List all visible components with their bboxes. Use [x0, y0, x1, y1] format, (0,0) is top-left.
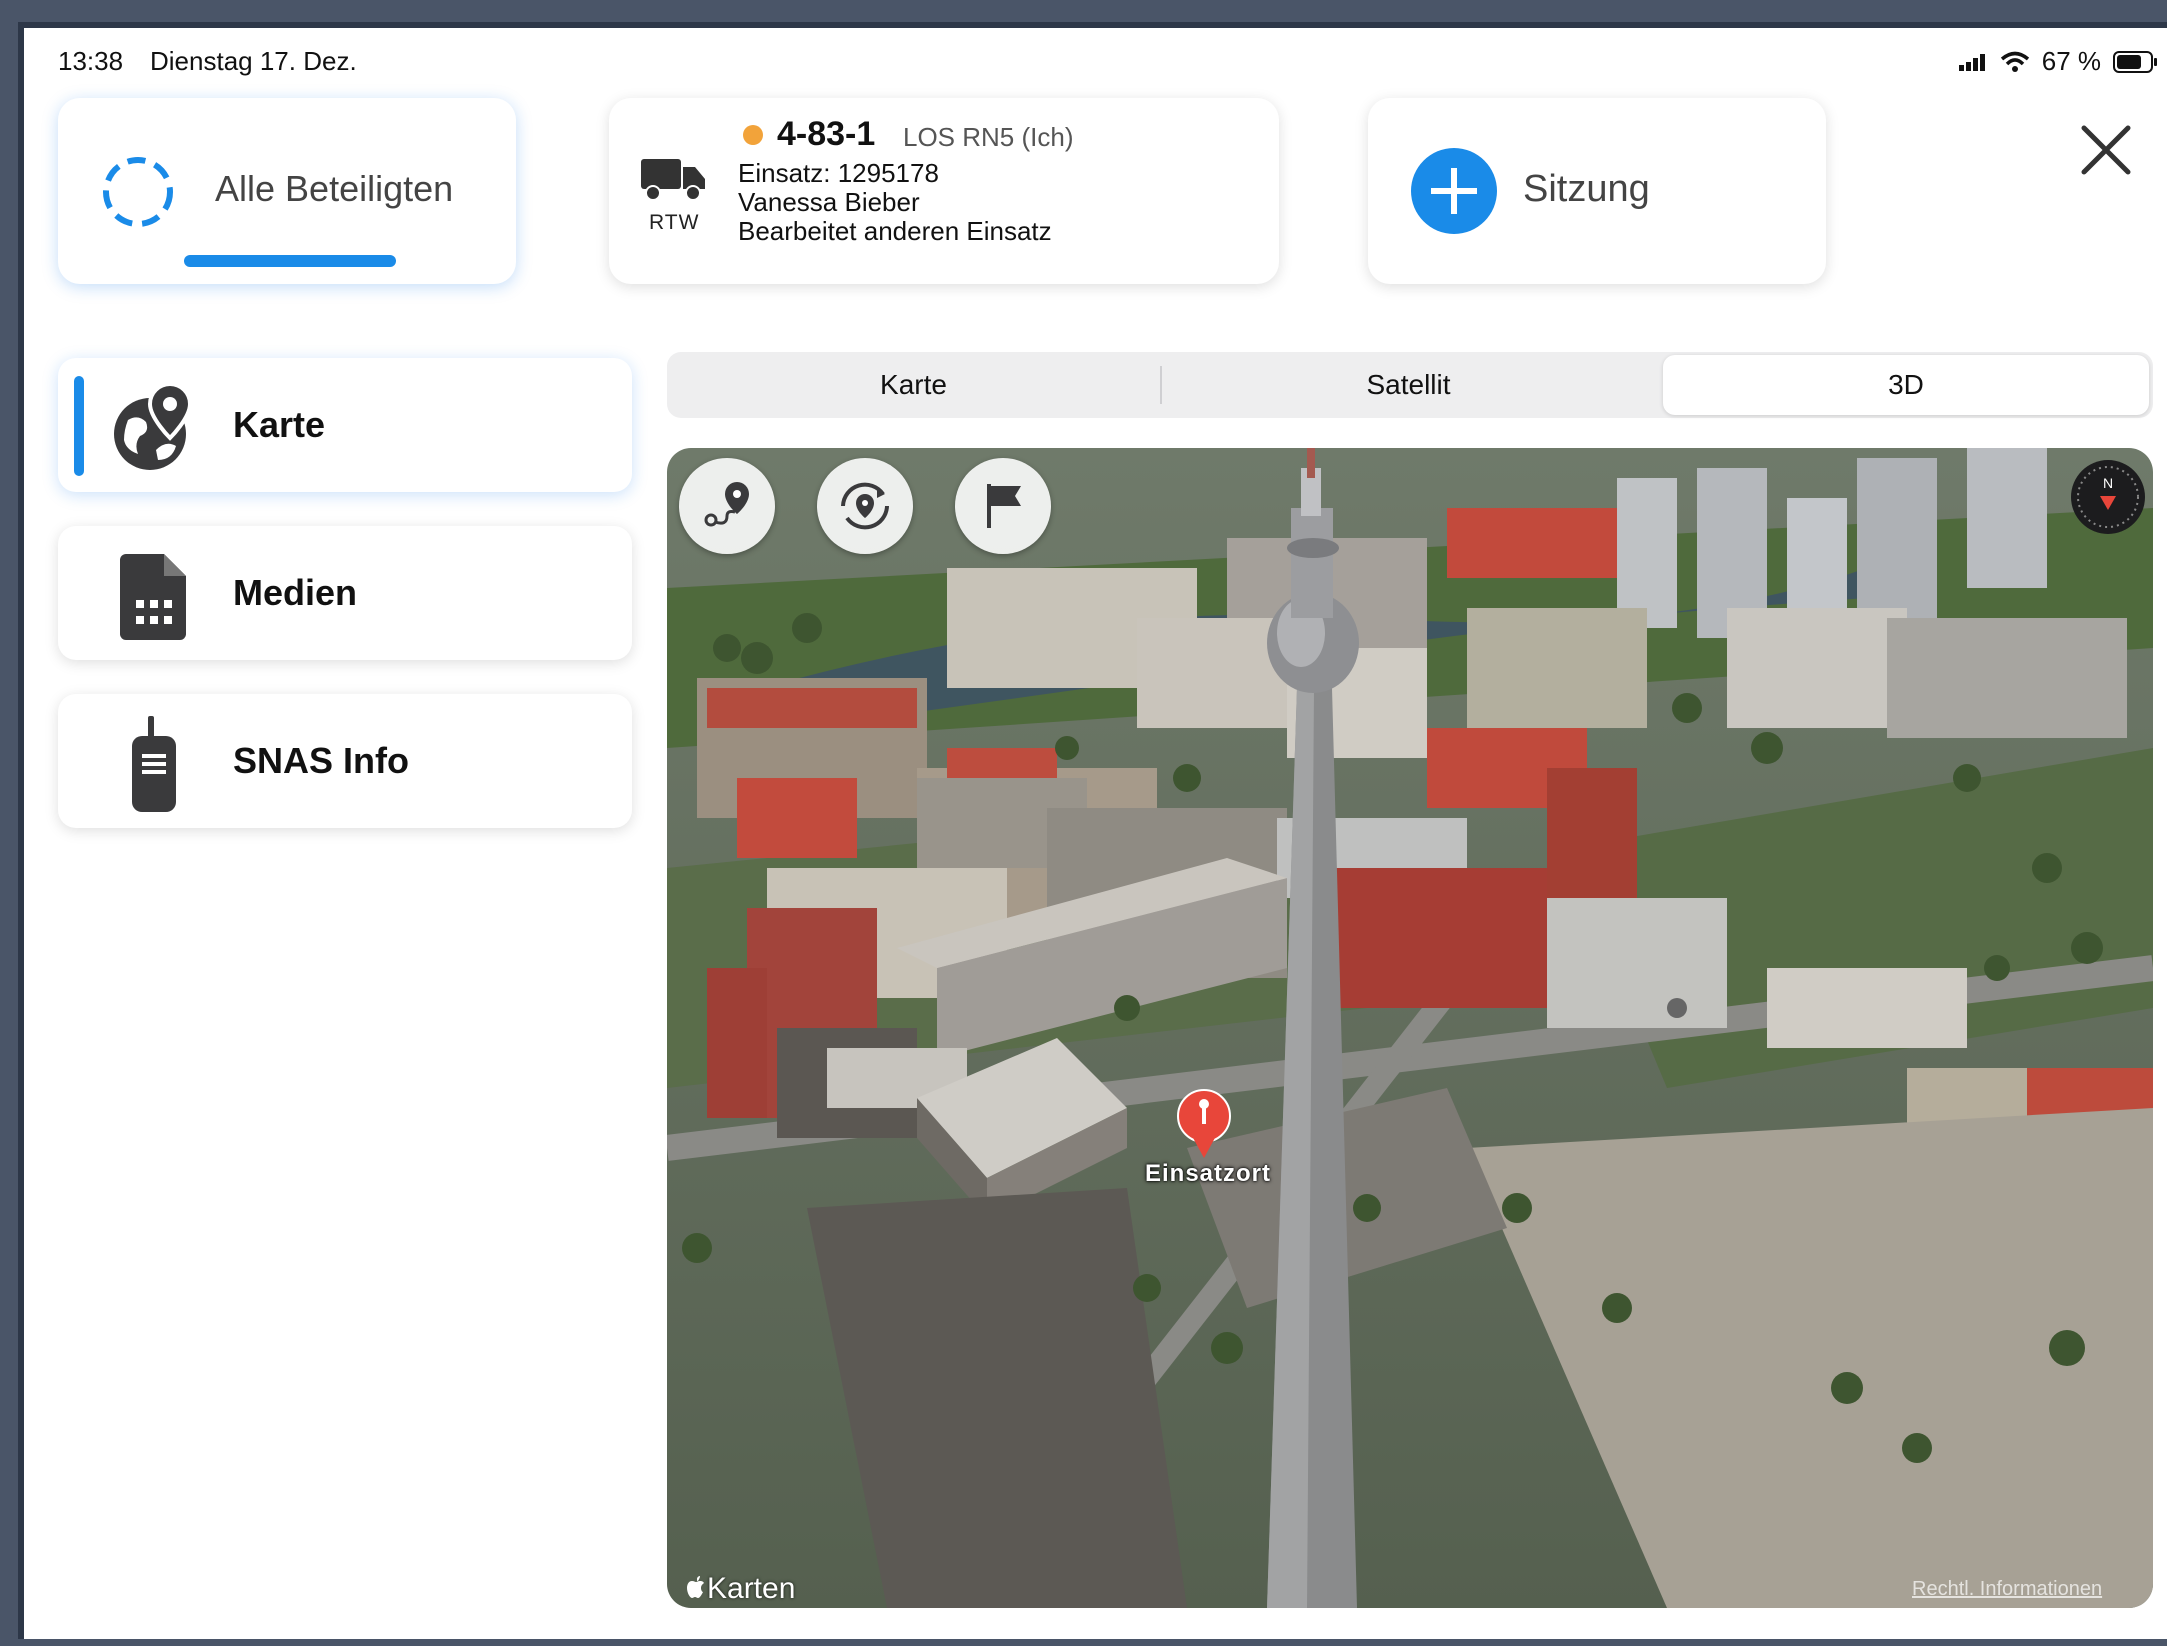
map-marker-icon[interactable] [1174, 1088, 1234, 1160]
sidebar-item-label: SNAS Info [233, 740, 409, 781]
segment-3d[interactable]: 3D [1663, 355, 2149, 415]
truck-icon [641, 159, 705, 201]
session-card[interactable]: Sitzung [1368, 98, 1826, 284]
recenter-button[interactable] [817, 458, 913, 554]
selection-indicator [184, 255, 396, 267]
wifi-icon [2000, 51, 2029, 72]
compass-icon[interactable]: N [2069, 458, 2147, 536]
route-button[interactable] [679, 458, 775, 554]
route-icon [704, 482, 749, 527]
session-label: Sitzung [1523, 168, 1650, 210]
maps-attribution: Karten [687, 1572, 795, 1606]
flag-button[interactable] [955, 458, 1051, 554]
unit-mission: Einsatz: 1295178 [738, 158, 939, 188]
globe-pin-icon [114, 381, 193, 470]
apple-logo-icon [687, 1576, 704, 1598]
map-3d-view[interactable]: N Einsatzort Karten Rechtl. Informatione… [667, 448, 2153, 1608]
status-indicators: 67 % [1958, 46, 2159, 77]
compass-letter: N [2103, 475, 2113, 491]
map-mode-segmented-control: Karte Satellit 3D [667, 352, 2153, 418]
unit-card[interactable]: RTW 4-83-1 LOS RN5 (Ich) Einsatz: 129517… [609, 98, 1279, 284]
legal-info-link[interactable]: Rechtl. Informationen [1912, 1578, 2102, 1601]
battery-percent: 67 % [2041, 46, 2101, 76]
attribution-text: Karten [707, 1572, 796, 1605]
sidebar-item-label: Karte [233, 404, 326, 445]
sidebar-item-karte[interactable]: Karte [58, 358, 632, 492]
sidebar-item-snas-info[interactable]: SNAS Info [58, 694, 632, 828]
status-date: Dienstag 17. Dez. [150, 46, 357, 76]
recenter-icon [841, 482, 889, 530]
map-marker-label: Einsatzort [1145, 1160, 1272, 1187]
unit-person: Vanessa Bieber [738, 187, 920, 217]
signal-icon [1958, 53, 1985, 71]
flag-icon [987, 484, 1021, 528]
battery-icon [2113, 50, 2157, 73]
sidebar-item-label: Medien [233, 572, 358, 613]
all-participants-card[interactable]: Alle Beteiligten [58, 98, 516, 284]
status-time: 13:38 [58, 46, 124, 76]
active-indicator [74, 376, 84, 476]
plus-icon [1411, 148, 1497, 234]
document-grid-icon [120, 554, 186, 640]
map-scene-image [667, 448, 2153, 1608]
sidebar-item-medien[interactable]: Medien [58, 526, 632, 660]
segment-karte[interactable]: Karte [667, 352, 1160, 418]
unit-status-text: Bearbeitet anderen Einsatz [738, 216, 1052, 246]
status-bar: 13:38 Dienstag 17. Dez. 67 % [44, 28, 2167, 88]
unit-subtitle: LOS RN5 (Ich) [903, 122, 1074, 152]
segment-satellit[interactable]: Satellit [1160, 352, 1657, 418]
app-window: 13:38 Dienstag 17. Dez. 67 % Alle Beteil… [18, 22, 2167, 1639]
walkie-talkie-icon [132, 716, 176, 812]
status-dot [743, 125, 763, 145]
dashed-circle-icon [103, 157, 173, 227]
unit-callsign: 4-83-1 [777, 115, 876, 153]
unit-type: RTW [649, 211, 700, 234]
close-icon[interactable] [2074, 118, 2138, 182]
all-participants-label: Alle Beteiligten [215, 168, 454, 209]
